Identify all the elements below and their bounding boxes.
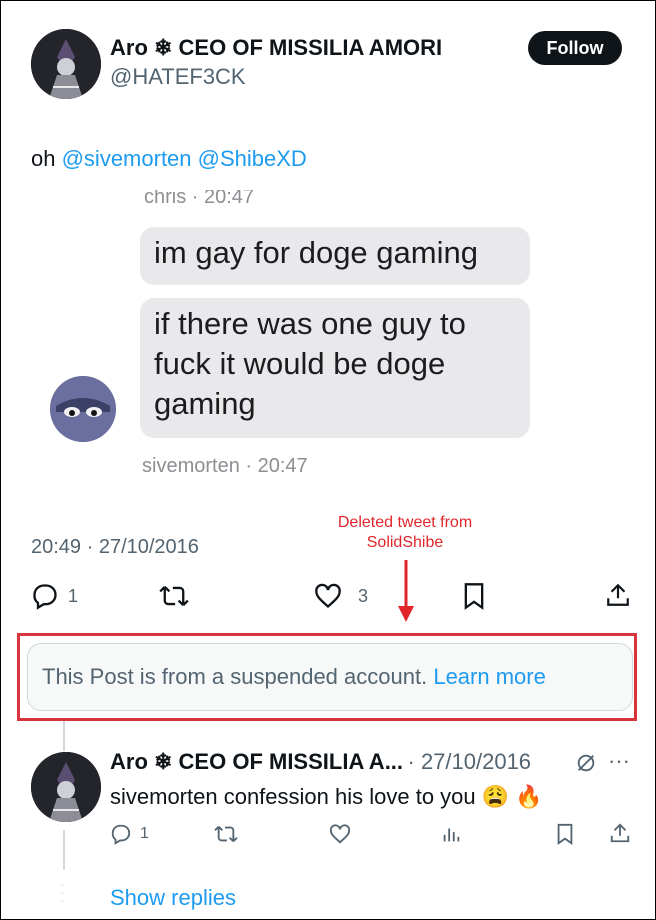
retweet-icon[interactable] <box>159 582 189 610</box>
show-replies-link[interactable]: Show replies <box>110 885 236 911</box>
reply-icon[interactable] <box>31 582 59 610</box>
reply-count: 1 <box>68 586 79 606</box>
reply-author-name[interactable]: Aro ❄ CEO OF MISSILIA A... <box>110 749 403 774</box>
sender-avatar <box>50 376 116 442</box>
chat-bubble: im gay for doge gaming <box>140 227 530 285</box>
thread-line <box>63 830 65 870</box>
chat-bubble: if there was one guy to fuck it would be… <box>140 298 530 438</box>
bubble-line: fuck it would be doge <box>154 346 446 381</box>
bookmark-icon[interactable] <box>555 823 575 845</box>
tweet-text: oh @sivemorten @ShibeXD <box>31 146 307 172</box>
learn-more-link[interactable]: Learn more <box>433 664 546 690</box>
share-icon[interactable] <box>609 822 631 844</box>
like-icon[interactable] <box>329 823 351 845</box>
more-options-icon[interactable]: ··· <box>608 748 630 774</box>
suspended-notice: This Post is from a suspended account. L… <box>27 643 633 711</box>
tweet-text-prefix: oh <box>31 146 62 171</box>
bubble-line: if there was one guy to <box>154 306 466 341</box>
reply-header: Aro ❄ CEO OF MISSILIA A... · 27/10/2016 <box>110 749 531 775</box>
reply-icon[interactable] <box>110 823 132 845</box>
reply-text: sivemorten confession his love to you 😩 … <box>110 784 543 809</box>
share-icon[interactable] <box>605 581 631 609</box>
bubble-line: gaming <box>154 386 256 421</box>
follow-button[interactable]: Follow <box>528 31 622 65</box>
grok-icon[interactable] <box>575 752 597 774</box>
like-count: 3 <box>358 586 369 606</box>
annotation-line: SolidShibe <box>366 534 444 551</box>
author-name[interactable]: Aro ❄ CEO OF MISSILIA AMORI <box>110 35 442 61</box>
annotation-arrow <box>396 560 416 629</box>
author-avatar[interactable] <box>31 29 101 99</box>
annotation-line: Deleted tweet from <box>337 514 473 531</box>
chat-screenshot: chris · 20:47 im gay for doge gaming if … <box>40 190 540 490</box>
sender-meta: sivemorten · 20:47 <box>142 455 308 477</box>
tweet-timestamp[interactable]: 20:49 · 27/10/2016 <box>31 536 199 559</box>
reply-author-avatar[interactable] <box>31 752 101 822</box>
bookmark-icon[interactable] <box>462 582 486 610</box>
chat-partial-meta: chris · 20:47 <box>144 190 255 208</box>
like-icon[interactable] <box>314 582 342 610</box>
thread-line <box>63 721 65 751</box>
annotation-label: Deleted tweet from SolidShibe <box>300 513 510 553</box>
mention-link[interactable]: @ShibeXD <box>198 146 307 171</box>
mention-link[interactable]: @sivemorten <box>62 146 192 171</box>
reply-reply-count: 1 <box>140 825 149 842</box>
suspended-notice-text: This Post is from a suspended account. <box>42 664 428 689</box>
dots-icon: · · · <box>60 876 65 908</box>
reply-date[interactable]: · 27/10/2016 <box>408 749 532 774</box>
views-icon[interactable] <box>440 823 462 845</box>
retweet-icon[interactable] <box>214 823 238 845</box>
author-handle[interactable]: @HATEF3CK <box>110 64 246 90</box>
